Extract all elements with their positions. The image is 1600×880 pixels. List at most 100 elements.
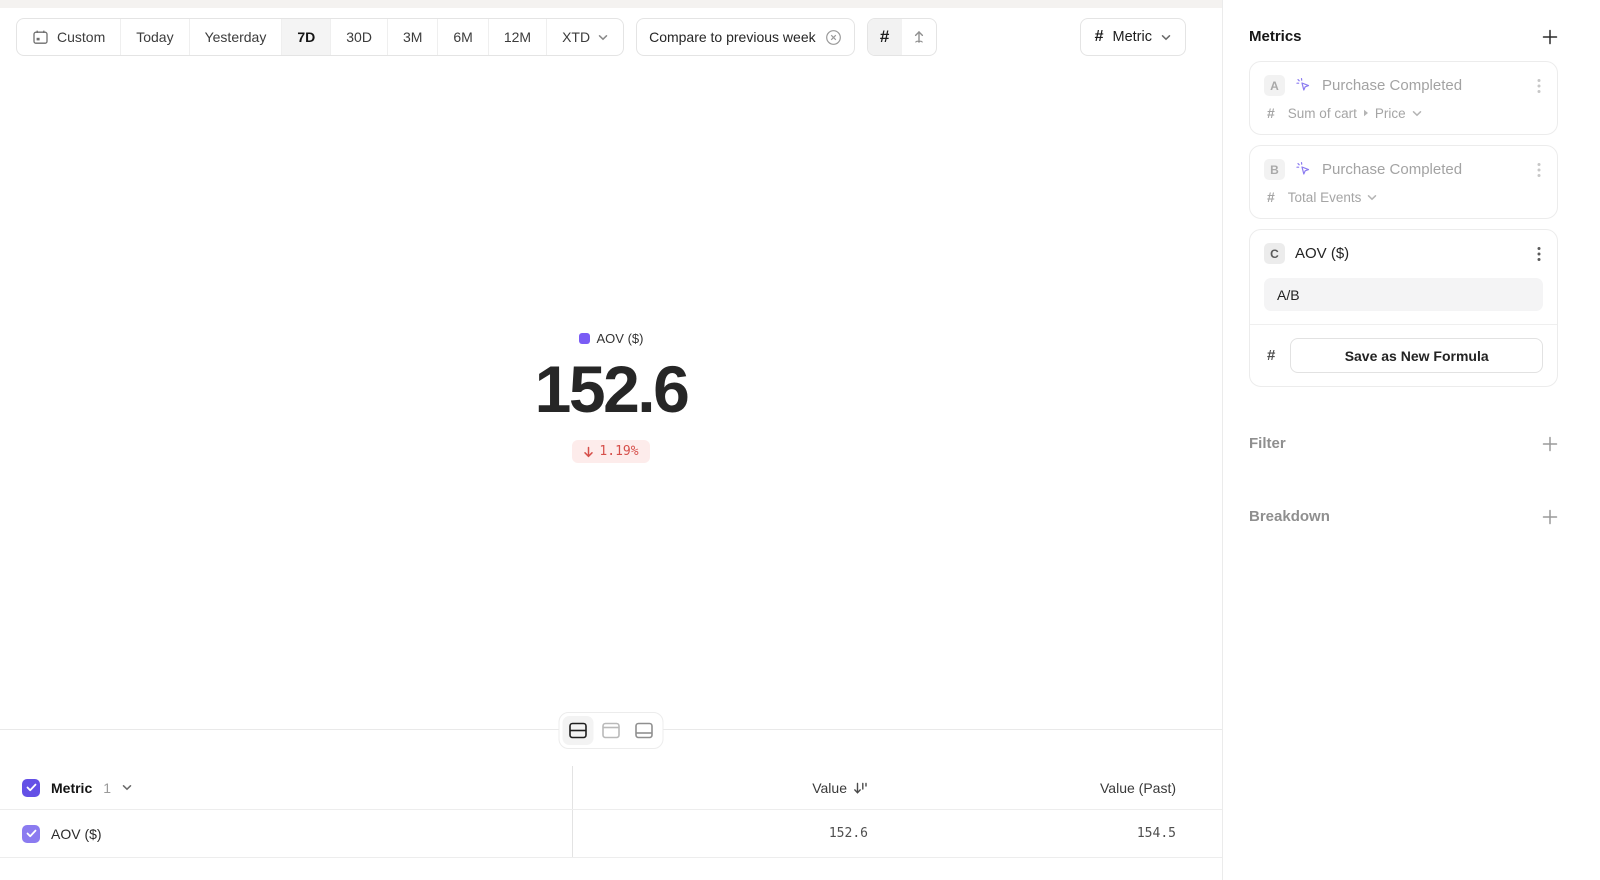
- change-badge: 1.19%: [572, 440, 649, 463]
- measure-property-label: Price: [1375, 106, 1406, 121]
- time-range-12m[interactable]: 12M: [488, 19, 546, 55]
- metric-card-title: Purchase Completed: [1322, 161, 1525, 178]
- toolbar: Custom Today Yesterday 7D 30D 3M: [0, 8, 1222, 66]
- hash-icon: #: [1267, 189, 1275, 205]
- time-range-label: 30D: [346, 29, 372, 45]
- table-header-row: Metric 1 Value: [0, 766, 1222, 810]
- layout-switcher: [559, 712, 664, 749]
- metric-badge: C: [1264, 243, 1285, 264]
- metric-card-header: C AOV ($): [1264, 243, 1543, 264]
- time-range-today[interactable]: Today: [120, 19, 188, 55]
- chevron-down-icon: [1161, 34, 1171, 41]
- save-formula-button[interactable]: Save as New Formula: [1290, 338, 1543, 373]
- chevron-down-icon: [1412, 110, 1422, 117]
- metric-badge: A: [1264, 75, 1285, 96]
- layout-bottom-icon: [635, 722, 654, 739]
- time-range-label: 7D: [297, 29, 315, 45]
- filter-title: Filter: [1249, 435, 1286, 452]
- time-range-label: XTD: [562, 29, 590, 45]
- calendar-icon: [32, 29, 49, 46]
- chevron-down-icon[interactable]: [122, 784, 132, 791]
- measure-selector[interactable]: Total Events: [1288, 190, 1378, 205]
- table-header-metric-cell: Metric 1: [0, 766, 573, 809]
- time-range-3m[interactable]: 3M: [387, 19, 437, 55]
- legend-label: AOV ($): [597, 331, 644, 346]
- card-separator: [1250, 324, 1557, 325]
- metric-card-c[interactable]: C AOV ($) A/B # Save as New Formula: [1249, 229, 1558, 387]
- layout-split-icon: [569, 722, 588, 739]
- add-filter-icon[interactable]: [1542, 436, 1558, 452]
- value-past-column-label: Value (Past): [1100, 780, 1176, 796]
- metric-column-index: 1: [103, 780, 111, 796]
- row-value: 152.6: [573, 826, 868, 841]
- row-value-past: 154.5: [868, 826, 1176, 841]
- event-sparkle-cursor-icon: [1295, 161, 1312, 178]
- metric-column-label: Metric: [51, 780, 92, 796]
- chart-area: AOV ($) 152.6 1.19%: [0, 65, 1222, 729]
- time-range-xtd[interactable]: XTD: [546, 19, 623, 55]
- time-range-group: Custom Today Yesterday 7D 30D 3M: [16, 18, 624, 56]
- metric-card-b[interactable]: B Purchase Completed # Total E: [1249, 145, 1558, 219]
- time-range-6m[interactable]: 6M: [437, 19, 487, 55]
- time-range-label: 6M: [453, 29, 472, 45]
- row-checkbox[interactable]: [22, 825, 40, 843]
- display-mode-group: #: [867, 18, 937, 56]
- metric-card-menu-icon[interactable]: [1535, 76, 1543, 96]
- measure-label: Total Events: [1288, 190, 1362, 205]
- value-past-column-header[interactable]: Value (Past): [868, 780, 1176, 796]
- table-row-metric-cell: AOV ($): [0, 810, 573, 857]
- breadcrumb-arrow-icon: [1363, 109, 1369, 117]
- add-breakdown-icon[interactable]: [1542, 509, 1558, 525]
- time-range-7d[interactable]: 7D: [281, 19, 330, 55]
- measure-label: Sum of cart: [1288, 106, 1357, 121]
- time-range-label: Yesterday: [205, 29, 267, 45]
- metric-card-menu-icon[interactable]: [1535, 244, 1543, 264]
- row-metric-name: AOV ($): [51, 826, 102, 842]
- metric-measure-row: # Sum of cart Price: [1264, 105, 1543, 121]
- metrics-title: Metrics: [1249, 28, 1302, 45]
- measure-selector[interactable]: Sum of cart Price: [1288, 106, 1422, 121]
- time-range-label: 12M: [504, 29, 531, 45]
- time-range-label: 3M: [403, 29, 422, 45]
- filter-section-header: Filter: [1249, 435, 1558, 452]
- layout-chart-only-button[interactable]: [596, 716, 627, 745]
- layout-top-icon: [602, 722, 621, 739]
- event-sparkle-cursor-icon: [1295, 77, 1312, 94]
- time-range-yesterday[interactable]: Yesterday: [189, 19, 282, 55]
- metrics-section-header: Metrics: [1249, 28, 1558, 45]
- chevron-down-icon: [1367, 194, 1377, 201]
- remove-compare-icon[interactable]: [825, 29, 842, 46]
- metric-dropdown-button[interactable]: # Metric: [1080, 18, 1186, 56]
- goal-arrow-icon: [911, 29, 927, 45]
- value-column-header[interactable]: Value: [573, 780, 868, 796]
- time-range-30d[interactable]: 30D: [330, 19, 387, 55]
- analytics-app: Custom Today Yesterday 7D 30D 3M: [0, 0, 1600, 880]
- metric-card-menu-icon[interactable]: [1535, 160, 1543, 180]
- metric-card-title: AOV ($): [1295, 245, 1525, 262]
- formula-input[interactable]: A/B: [1264, 278, 1543, 311]
- goal-mode-button[interactable]: [902, 19, 936, 55]
- value-column-label: Value: [812, 780, 847, 796]
- table-row[interactable]: AOV ($) 152.6 154.5: [0, 810, 1222, 858]
- compare-chip-label: Compare to previous week: [649, 29, 816, 45]
- layout-table-only-button[interactable]: [629, 716, 660, 745]
- time-range-label: Today: [136, 29, 173, 45]
- metric-card-title: Purchase Completed: [1322, 77, 1525, 94]
- metric-dropdown-label: Metric: [1113, 29, 1152, 45]
- compare-chip[interactable]: Compare to previous week: [636, 18, 855, 56]
- layout-split-button[interactable]: [563, 716, 594, 745]
- number-mode-button[interactable]: #: [868, 19, 902, 55]
- add-metric-icon[interactable]: [1542, 29, 1558, 45]
- hash-icon: #: [1267, 105, 1275, 121]
- formula-save-row: # Save as New Formula: [1264, 338, 1543, 373]
- big-number-value: 152.6: [535, 356, 688, 422]
- window-top-strip: [0, 0, 1222, 8]
- time-range-custom[interactable]: Custom: [17, 19, 120, 55]
- select-all-checkbox[interactable]: [22, 779, 40, 797]
- formula-text: A/B: [1277, 287, 1300, 303]
- chevron-down-icon: [598, 34, 608, 41]
- hash-icon: #: [880, 27, 889, 47]
- metric-card-a[interactable]: A Purchase Completed # Sum of: [1249, 61, 1558, 135]
- sort-descending-icon: [853, 781, 868, 795]
- metric-badge: B: [1264, 159, 1285, 180]
